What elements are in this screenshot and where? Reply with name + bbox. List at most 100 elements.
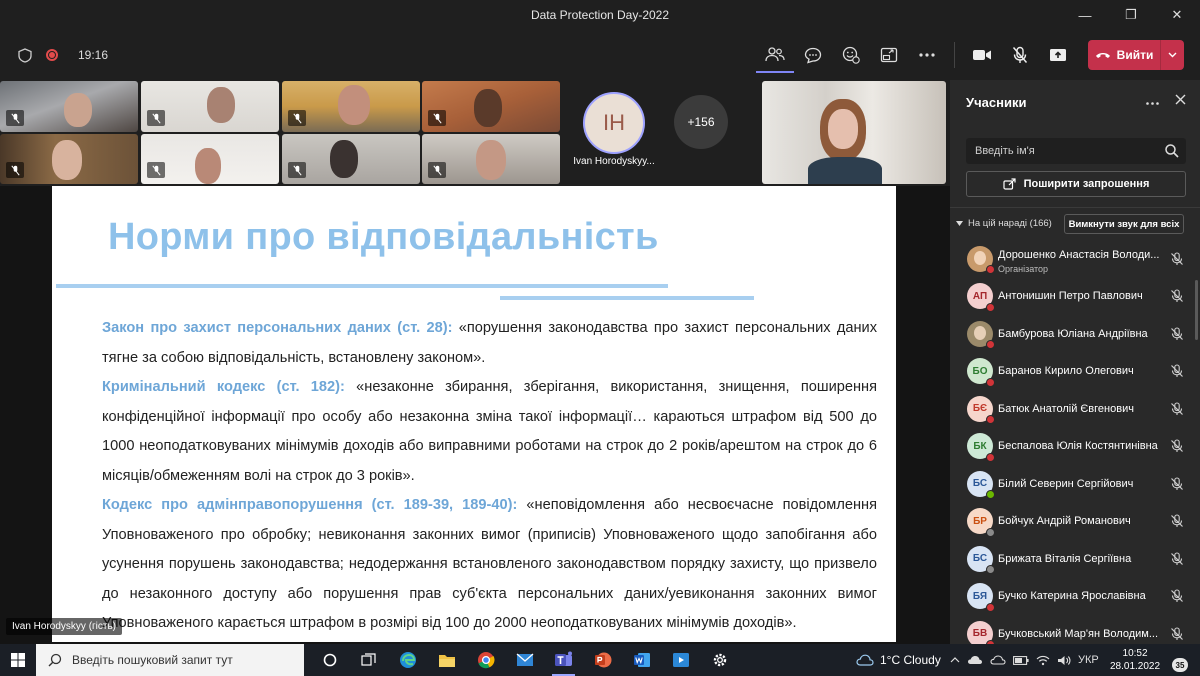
reactions-button[interactable]: [832, 37, 870, 73]
mic-muted-icon[interactable]: [1170, 477, 1184, 491]
slide-paragraph: Кодекс про адмінправопорушення (ст. 189-…: [102, 491, 877, 639]
participant-video: [195, 148, 221, 184]
weather-text: 1°C Cloudy: [880, 653, 941, 667]
leave-meeting-button[interactable]: Вийти: [1088, 40, 1184, 70]
microphone-button[interactable]: [1001, 37, 1039, 73]
video-player-app[interactable]: [661, 644, 700, 676]
notification-badge[interactable]: 35: [1172, 658, 1188, 672]
cortana-icon: [323, 653, 336, 667]
taskbar-search-input[interactable]: [72, 653, 292, 667]
video-tile[interactable]: [141, 81, 279, 132]
video-tile[interactable]: [422, 81, 560, 132]
toolbar-separator: [954, 42, 955, 68]
presenter-label: Ivan Horodyskyy (гість): [6, 618, 123, 635]
restore-button[interactable]: ❐: [1108, 0, 1154, 30]
file-explorer-app[interactable]: [427, 644, 466, 676]
participant-name: Антонишин Петро Павлович: [998, 290, 1143, 303]
chrome-app[interactable]: [466, 644, 505, 676]
share-invite-button[interactable]: Поширити запрошення: [966, 171, 1186, 197]
chat-button[interactable]: [794, 37, 832, 73]
word-app[interactable]: [622, 644, 661, 676]
participant-name: Бойчук Андрій Романович: [998, 515, 1131, 528]
panel-divider: [950, 207, 1200, 208]
people-button[interactable]: [756, 37, 794, 73]
video-tile[interactable]: [0, 134, 138, 184]
participant-name: Білий Северин Сергійович: [998, 477, 1134, 490]
participant-role: Організатор: [998, 264, 1049, 274]
more-participants-badge[interactable]: +156: [674, 95, 728, 149]
mic-muted-icon[interactable]: [1170, 289, 1184, 303]
participant-row[interactable]: БЄ Батюк Анатолій Євгенович: [950, 390, 1200, 428]
section-toggle[interactable]: На цій нараді (166): [956, 218, 1052, 229]
mic-muted-icon[interactable]: [1170, 252, 1184, 266]
settings-app[interactable]: [700, 644, 739, 676]
panel-title: Учасники: [966, 95, 1027, 110]
taskbar-clock[interactable]: 10:52 28.01.2022: [1110, 647, 1160, 673]
mic-muted-icon[interactable]: [1170, 589, 1184, 603]
powerpoint-app[interactable]: [583, 644, 622, 676]
presence-status-icon: [986, 565, 995, 574]
close-button[interactable]: ✕: [1154, 0, 1200, 30]
leave-options-button[interactable]: [1160, 40, 1184, 70]
video-tile-featured[interactable]: [762, 81, 946, 184]
panel-close-button[interactable]: [1175, 92, 1186, 108]
video-tile[interactable]: [282, 81, 420, 132]
start-button[interactable]: [0, 644, 36, 676]
close-icon: [1175, 94, 1186, 105]
share-screen-button[interactable]: [1039, 37, 1077, 73]
edge-app[interactable]: [388, 644, 427, 676]
camera-button[interactable]: [963, 37, 1001, 73]
onedrive-icon[interactable]: [967, 655, 983, 665]
presence-status-icon: [986, 490, 995, 499]
search-icon[interactable]: [1164, 143, 1180, 159]
participant-row[interactable]: БС Брижата Віталія Сергіївна: [950, 540, 1200, 578]
participant-row[interactable]: Дорошенко Анастасія Володи... Організатор: [950, 240, 1200, 278]
meeting-timer: 19:16: [78, 48, 109, 62]
weather-widget[interactable]: 1°C Cloudy: [856, 644, 941, 676]
mic-muted-icon[interactable]: [1170, 439, 1184, 453]
rooms-button[interactable]: [870, 37, 908, 73]
participant-row[interactable]: БК Беспалова Юлія Костянтинівна: [950, 428, 1200, 466]
leave-main[interactable]: Вийти: [1088, 48, 1160, 62]
teams-icon: [554, 651, 572, 666]
participant-avatar[interactable]: ІН: [583, 92, 645, 154]
mic-muted-icon[interactable]: [1170, 627, 1184, 641]
system-tray: УКР: [950, 644, 1099, 676]
minimize-button[interactable]: —: [1062, 0, 1108, 30]
mic-muted-icon[interactable]: [1170, 514, 1184, 528]
taskbar-search[interactable]: [36, 644, 304, 676]
battery-icon[interactable]: [1013, 655, 1029, 665]
video-tile[interactable]: [0, 81, 138, 132]
wifi-icon[interactable]: [1036, 655, 1050, 666]
participant-row[interactable]: Бамбурова Юліана Андріївна: [950, 315, 1200, 353]
tray-expand-icon[interactable]: [950, 657, 960, 663]
video-tile[interactable]: [282, 134, 420, 184]
shield-icon: [18, 47, 32, 63]
mic-muted-icon[interactable]: [1170, 552, 1184, 566]
mic-muted-icon[interactable]: [1170, 364, 1184, 378]
participant-row[interactable]: БС Білий Северин Сергійович: [950, 465, 1200, 503]
cloud-sync-icon[interactable]: [990, 655, 1006, 665]
more-actions-button[interactable]: [908, 37, 946, 73]
mail-app[interactable]: [505, 644, 544, 676]
panel-more-button[interactable]: [1146, 92, 1159, 108]
participant-search-input[interactable]: [966, 138, 1186, 164]
participant-row[interactable]: БР Бойчук Андрій Романович: [950, 503, 1200, 541]
volume-icon[interactable]: [1057, 655, 1071, 666]
mic-muted-icon[interactable]: [1170, 327, 1184, 341]
mic-muted-icon: [288, 110, 306, 126]
mic-muted-icon[interactable]: [1170, 402, 1184, 416]
video-tile[interactable]: [422, 134, 560, 184]
participant-list-scrollbar[interactable]: [1195, 280, 1198, 340]
task-view-button[interactable]: [349, 644, 388, 676]
video-tile[interactable]: [141, 134, 279, 184]
word-icon: [633, 653, 650, 667]
mute-all-button[interactable]: Вимкнути звук для всіх: [1064, 214, 1184, 234]
teams-app[interactable]: [544, 644, 583, 676]
participant-row[interactable]: АП Антонишин Петро Павлович: [950, 278, 1200, 316]
participant-row[interactable]: БЯ Бучко Катерина Ярославівна: [950, 578, 1200, 616]
cortana-button[interactable]: [310, 644, 349, 676]
participant-row[interactable]: БО Баранов Кирило Олегович: [950, 353, 1200, 391]
input-language[interactable]: УКР: [1078, 654, 1099, 666]
mic-muted-icon: [428, 162, 446, 178]
